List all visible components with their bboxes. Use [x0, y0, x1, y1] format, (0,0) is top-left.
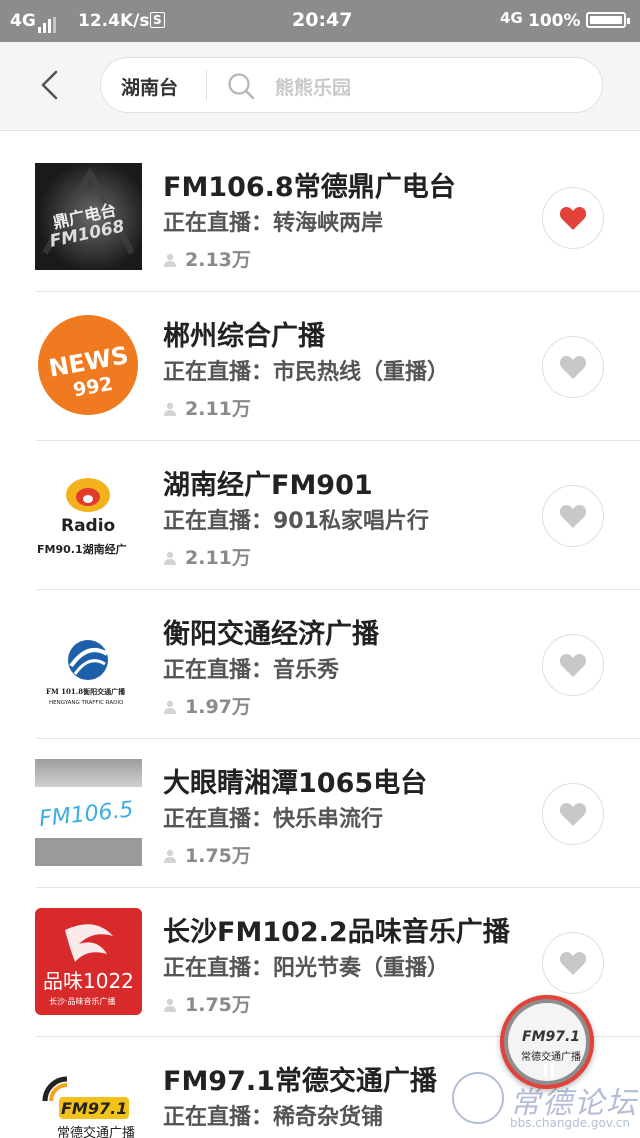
station-logo: 品味1022 长沙·品味音乐广播 — [35, 908, 142, 1015]
station-title: FM106.8常德鼎广电台 — [163, 172, 456, 203]
svg-text:长沙·品味音乐广播: 长沙·品味音乐广播 — [49, 996, 116, 1006]
now-playing: 正在直播：市民热线（重播） — [163, 360, 450, 385]
now-playing: 正在直播：转海峡两岸 — [163, 211, 384, 236]
signal-icon — [38, 13, 58, 33]
station-title: 衡阳交通经济广播 — [163, 619, 379, 650]
now-playing: 正在直播：阳光节奏（重播） — [163, 956, 450, 981]
region-selector[interactable]: 湖南台 — [121, 73, 178, 100]
station-item[interactable]: 鼎广电台 FM1068 FM106.8常德鼎广电台 正在直播：转海峡两岸 2.1… — [0, 143, 640, 292]
mini-player-sub-text: 常德交通广播 — [521, 1052, 581, 1063]
person-icon — [164, 998, 176, 1012]
listener-count: 1.75万 — [163, 990, 251, 1017]
favorite-button[interactable] — [542, 932, 604, 994]
station-logo: FM106.5 — [35, 759, 142, 866]
heart-icon — [559, 654, 587, 677]
svg-text:FM106.5: FM106.5 — [38, 797, 135, 832]
heart-filled-icon — [559, 207, 587, 230]
listener-count: 2.11万 — [163, 543, 251, 570]
listener-count: 1.97万 — [163, 692, 251, 719]
svg-text:Radio: Radio — [61, 516, 115, 536]
station-title: 郴州综合广播 — [163, 321, 325, 352]
back-arrow-icon[interactable] — [36, 70, 66, 100]
listener-count: 2.11万 — [163, 394, 251, 421]
station-title: 大眼睛湘潭1065电台 — [163, 768, 428, 799]
search-divider — [206, 70, 207, 100]
svg-text:FM 101.8衡阳交通广播: FM 101.8衡阳交通广播 — [46, 687, 126, 696]
station-title: FM97.1常德交通广播 — [163, 1066, 437, 1097]
station-logo: 鼎广电台 FM1068 — [35, 163, 142, 270]
battery-percent: 100% — [528, 11, 581, 31]
svg-text:常德交通广播: 常德交通广播 — [57, 1125, 135, 1138]
favorite-button[interactable] — [542, 336, 604, 398]
station-title: 湖南经广FM901 — [163, 470, 373, 501]
mini-player-artwork: FM97.1 常德交通广播 — [508, 1003, 586, 1081]
network-speed: 12.4K/s — [78, 11, 150, 31]
mini-player-logo-text: FM97.1 — [522, 1029, 581, 1045]
station-item[interactable]: NEWS 992 郴州综合广播 正在直播：市民热线（重播） 2.11万 — [0, 292, 640, 441]
favorite-button[interactable] — [542, 485, 604, 547]
station-logo: FM 101.8衡阳交通广播 HENGYANG TRAFFIC RADIO — [35, 610, 142, 717]
station-item[interactable]: Radio FM90.1湖南经广 湖南经广FM901 正在直播：901私家唱片行… — [0, 441, 640, 590]
station-logo: Radio FM90.1湖南经广 — [35, 461, 142, 568]
person-icon — [164, 700, 176, 714]
battery-icon — [586, 12, 630, 28]
clock: 20:47 — [292, 9, 353, 31]
search-bar[interactable]: 湖南台 熊熊乐园 — [100, 57, 603, 113]
svg-text:HENGYANG TRAFFIC RADIO: HENGYANG TRAFFIC RADIO — [49, 700, 124, 706]
now-playing: 正在直播：音乐秀 — [163, 658, 340, 683]
heart-icon — [559, 952, 587, 975]
station-logo: FM97.1 常德交通广播 — [35, 1057, 142, 1138]
network-type: 4G — [10, 11, 36, 31]
heart-icon — [559, 505, 587, 528]
listener-count: 2.13万 — [163, 245, 251, 272]
search-icon — [228, 73, 255, 100]
person-icon — [164, 551, 176, 565]
now-playing: 正在直播：901私家唱片行 — [163, 509, 429, 534]
now-playing: 正在直播：快乐串流行 — [163, 807, 384, 832]
station-logo: NEWS 992 — [35, 312, 142, 419]
station-item[interactable]: FM 101.8衡阳交通广播 HENGYANG TRAFFIC RADIO 衡阳… — [0, 590, 640, 739]
header: 湖南台 熊熊乐园 — [0, 42, 640, 131]
watermark-logo — [452, 1072, 504, 1124]
svg-text:FM90.1湖南经广: FM90.1湖南经广 — [37, 542, 127, 556]
station-item[interactable]: FM106.5 大眼睛湘潭1065电台 正在直播：快乐串流行 1.75万 — [0, 739, 640, 888]
status-bar: 4G 12.4K/s S 20:47 4G 100% — [0, 0, 640, 42]
favorite-button[interactable] — [542, 634, 604, 696]
mini-player-button[interactable]: FM97.1 常德交通广播 — [500, 995, 594, 1089]
favorite-button[interactable] — [542, 783, 604, 845]
network-type-right: 4G — [500, 9, 523, 27]
favorite-button[interactable] — [542, 187, 604, 249]
station-title: 长沙FM102.2品味音乐广播 — [163, 917, 510, 948]
search-input[interactable]: 熊熊乐园 — [275, 73, 351, 100]
heart-icon — [559, 803, 587, 826]
person-icon — [164, 253, 176, 267]
watermark-url: bbs.changde.gov.cn — [510, 1116, 631, 1130]
listener-count: 1.75万 — [163, 841, 251, 868]
pause-icon — [544, 1063, 554, 1077]
svg-text:FM97.1: FM97.1 — [61, 1099, 127, 1118]
now-playing: 正在直播：稀奇杂货铺 — [163, 1105, 384, 1130]
person-icon — [164, 849, 176, 863]
heart-icon — [559, 356, 587, 379]
person-icon — [164, 402, 176, 416]
s-badge: S — [146, 10, 165, 30]
svg-text:品味1022: 品味1022 — [43, 969, 134, 993]
